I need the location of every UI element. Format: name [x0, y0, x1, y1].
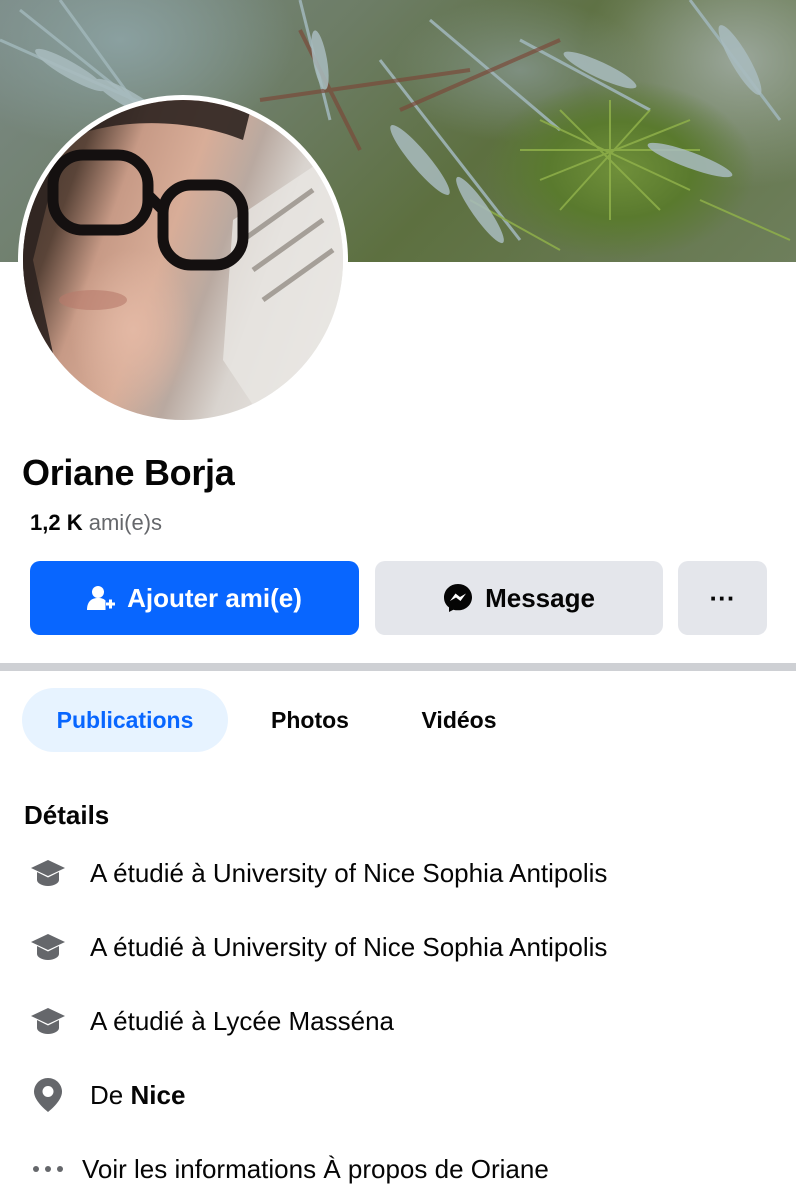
tab-videos[interactable]: Vidéos [398, 688, 520, 752]
more-options-icon: ··· [709, 582, 736, 613]
tab-photos[interactable]: Photos [248, 688, 372, 752]
avatar-photo [23, 100, 343, 420]
avatar-illustration [23, 100, 343, 420]
graduation-cap-icon [28, 853, 68, 893]
detail-item-education[interactable]: A étudié à Lycée Masséna [0, 1001, 796, 1041]
detail-text: A étudié à Lycée Masséna [90, 1005, 395, 1036]
friends-count-label: ami(e)s [88, 510, 163, 535]
hometown-place[interactable]: Nice [130, 1080, 185, 1110]
ellipsis-icon [28, 1149, 68, 1189]
see-about-info-link[interactable]: Voir les informations À propos de Oriane [0, 1149, 796, 1189]
section-divider [0, 663, 796, 671]
tab-publications[interactable]: Publications [22, 688, 228, 752]
detail-text: A étudié à University of Nice Sophia Ant… [90, 857, 608, 888]
message-label: Message [485, 582, 595, 613]
friends-count-value: 1,2 K [30, 510, 83, 535]
add-friend-label: Ajouter ami(e) [127, 582, 302, 613]
hometown-prefix: De [90, 1079, 124, 1110]
add-friend-button[interactable]: Ajouter ami(e) [30, 561, 359, 635]
detail-text: A étudié à University of Nice Sophia Ant… [90, 931, 608, 962]
see-about-info-text: Voir les informations À propos de Oriane [82, 1153, 549, 1184]
message-button[interactable]: Message [375, 561, 663, 635]
detail-text: De Nice [90, 1080, 185, 1111]
more-options-button[interactable]: ··· [678, 561, 767, 635]
graduation-cap-icon [28, 1001, 68, 1041]
profile-page: Oriane Borja 1,2 K ami(e)s Ajouter ami(e… [0, 0, 796, 1200]
profile-avatar[interactable] [18, 95, 348, 425]
location-pin-icon [28, 1075, 68, 1115]
detail-item-education[interactable]: A étudié à University of Nice Sophia Ant… [0, 853, 796, 893]
profile-name: Oriane Borja [22, 452, 235, 493]
messenger-icon [443, 583, 473, 613]
detail-item-hometown[interactable]: De Nice [0, 1075, 796, 1115]
friends-count[interactable]: 1,2 K ami(e)s [30, 510, 162, 536]
detail-item-education[interactable]: A étudié à University of Nice Sophia Ant… [0, 927, 796, 967]
details-heading: Détails [24, 800, 110, 830]
graduation-cap-icon [28, 927, 68, 967]
add-friend-icon [87, 584, 116, 612]
